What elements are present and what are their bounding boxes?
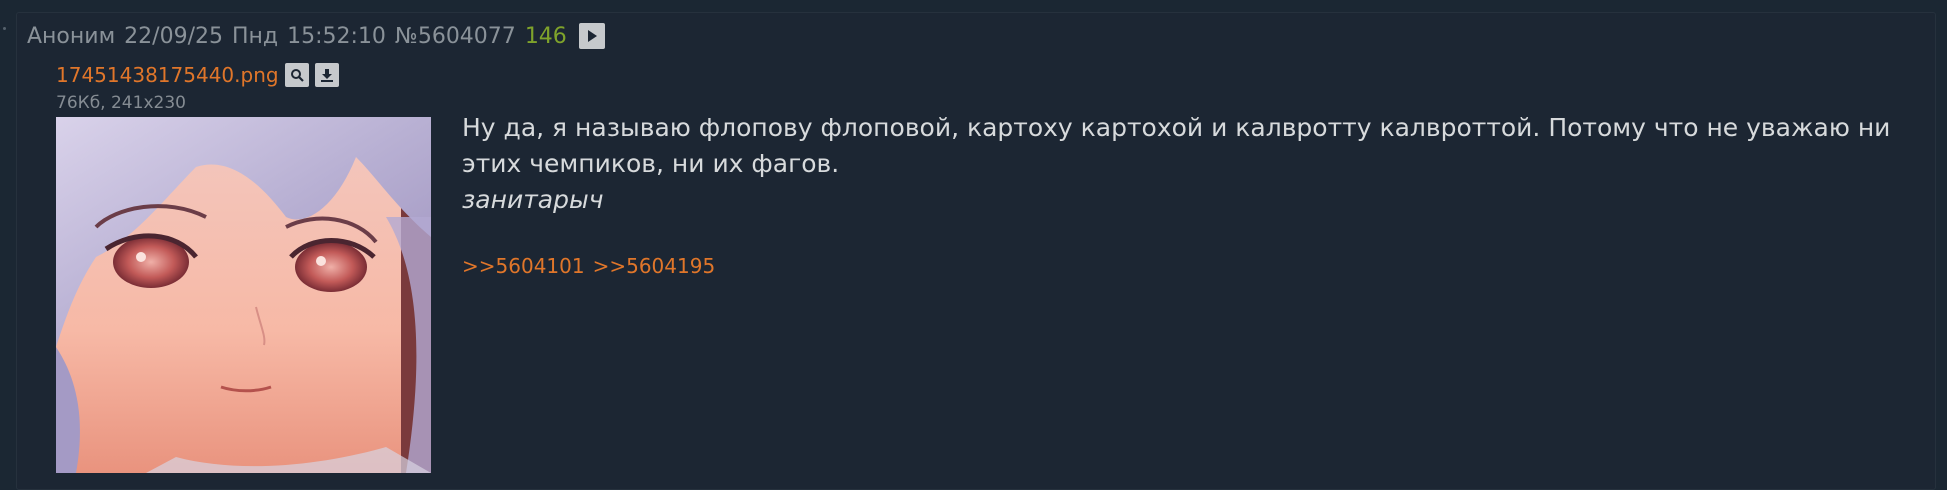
file-name-link[interactable]: 17451438175440.png <box>56 63 279 87</box>
play-icon <box>587 30 597 42</box>
file-line: 17451438175440.png <box>56 61 339 89</box>
file-meta: 76Кб, 241x230 <box>56 93 186 113</box>
reply-link[interactable]: >>5604195 <box>593 254 716 278</box>
post-message: Ну да, я называю флопову флоповой, карто… <box>462 110 1892 218</box>
magnifier-icon <box>290 69 304 82</box>
download-button[interactable] <box>314 63 339 87</box>
post-weekday: Пнд <box>231 23 279 49</box>
post-date: 22/09/25 <box>124 23 223 49</box>
post-message-text: Ну да, я называю флопову флоповой, карто… <box>462 113 1891 178</box>
post-signature: занитарыч <box>462 185 604 214</box>
page-marker-dot <box>3 27 6 30</box>
post-header: Аноним 22/09/25 Пнд 15:52:10 №5604077 14… <box>27 21 605 51</box>
post-author: Аноним <box>27 23 116 49</box>
post-image-thumbnail[interactable] <box>56 117 431 473</box>
post-reply-count: 146 <box>524 23 567 49</box>
reply-link[interactable]: >>5604101 <box>462 254 585 278</box>
image-search-button[interactable] <box>284 63 309 87</box>
download-icon <box>320 69 333 82</box>
post-time: 15:52:10 <box>287 23 386 49</box>
expand-button[interactable] <box>578 23 605 49</box>
post-container: Аноним 22/09/25 Пнд 15:52:10 №5604077 14… <box>16 12 1936 490</box>
anime-portrait-image <box>56 117 431 473</box>
reply-links: >>5604101 >>5604195 <box>462 254 715 278</box>
post-number[interactable]: №5604077 <box>395 24 516 49</box>
